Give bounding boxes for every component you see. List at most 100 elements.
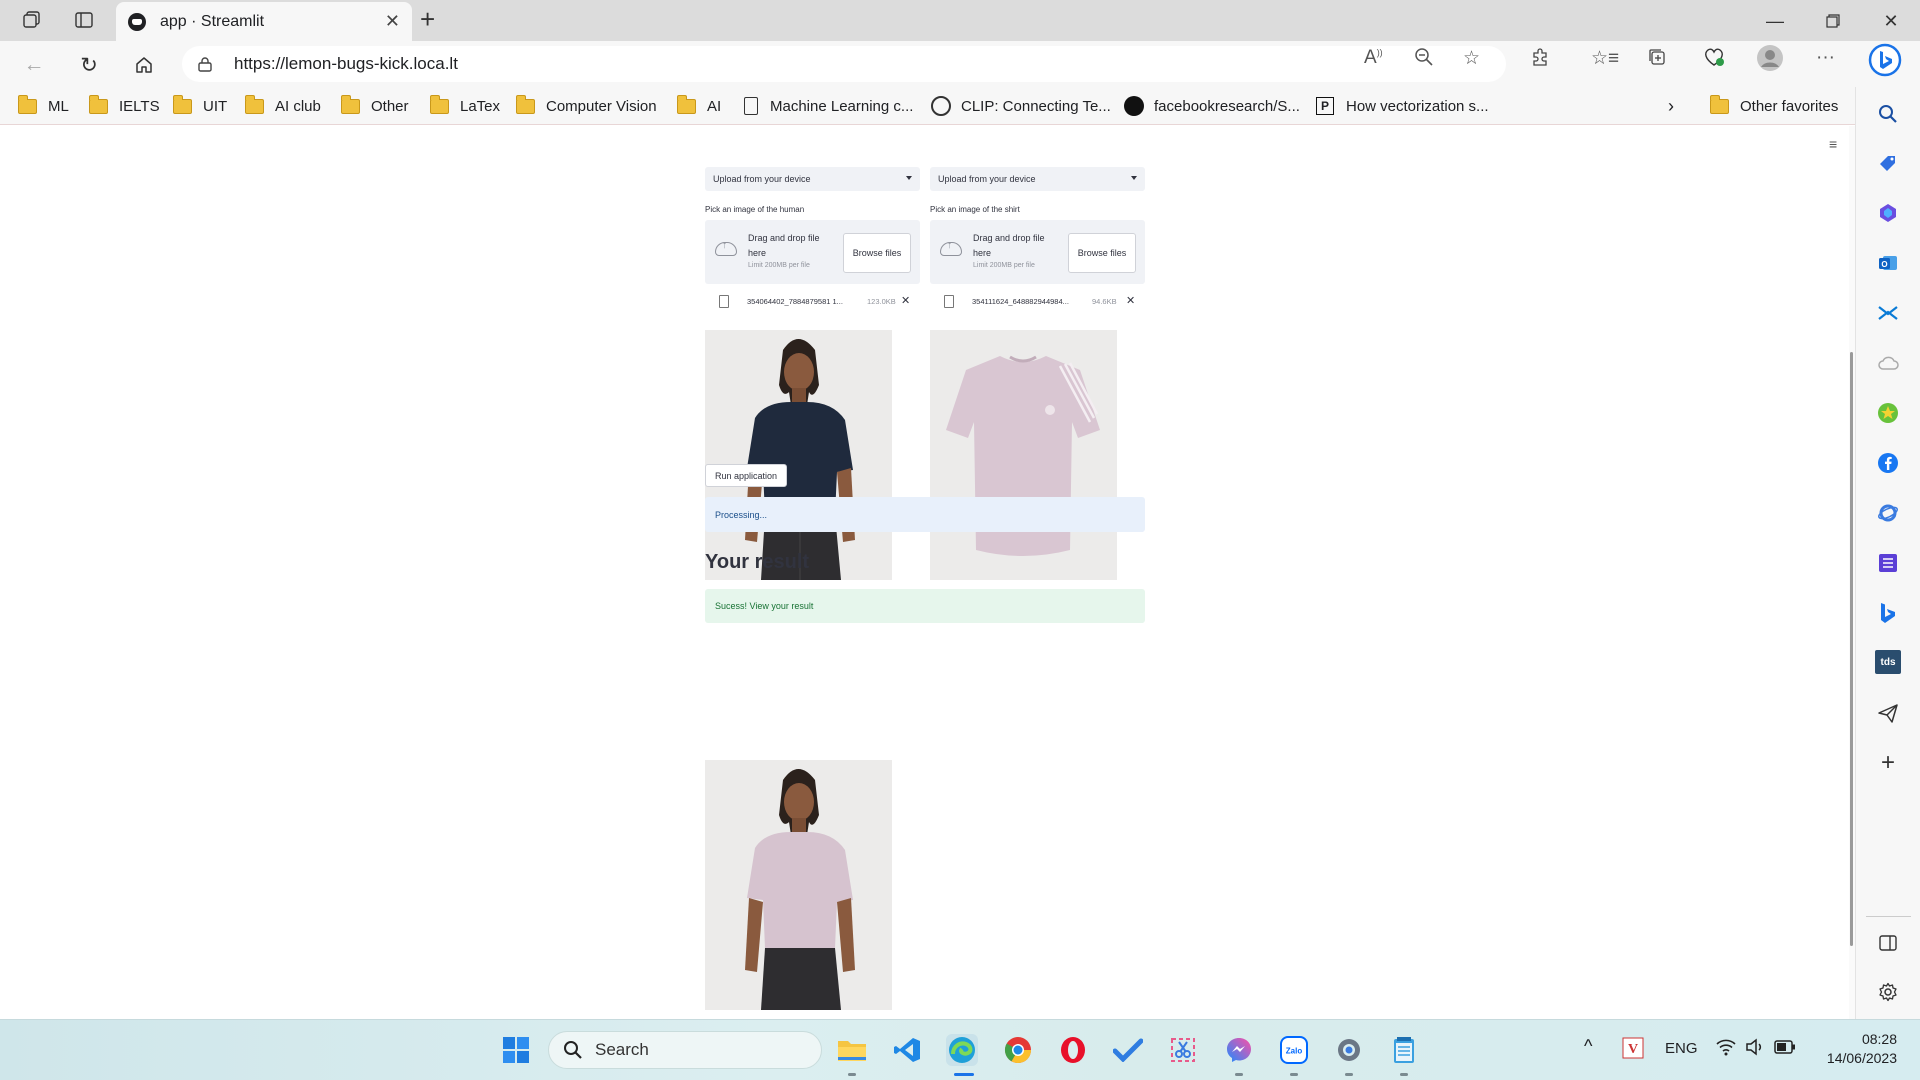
- favorite-machine-learning[interactable]: Machine Learning c...: [744, 95, 913, 117]
- wifi-icon[interactable]: [1716, 1038, 1736, 1060]
- input-language[interactable]: ENG: [1665, 1040, 1698, 1057]
- favorite-folder-ielts[interactable]: IELTS: [88, 94, 160, 117]
- favorite-facebookresearch[interactable]: facebookresearch/S...: [1124, 95, 1300, 117]
- svg-text:V: V: [1628, 1042, 1638, 1057]
- favorite-folder-ai-club[interactable]: AI club: [244, 94, 321, 117]
- refresh-icon[interactable]: ↻: [73, 49, 105, 81]
- favorite-vectorization[interactable]: P How vectorization s...: [1316, 95, 1489, 117]
- tds-icon[interactable]: tds: [1875, 650, 1901, 674]
- opera-icon[interactable]: [1057, 1034, 1089, 1066]
- shirt-dropzone[interactable]: Drag and drop file here Limit 200MB per …: [930, 220, 1145, 284]
- hide-sidebar-icon[interactable]: [1875, 930, 1901, 956]
- human-source-select[interactable]: Upload from your device: [705, 167, 920, 191]
- remove-file-icon[interactable]: ✕: [901, 294, 910, 307]
- favorite-folder-other-favorites[interactable]: Other favorites: [1709, 94, 1838, 117]
- send-icon[interactable]: [1875, 700, 1901, 726]
- snipping-tool-icon[interactable]: [1167, 1034, 1199, 1066]
- page-scrollbar-thumb[interactable]: [1850, 352, 1853, 946]
- tools-icon[interactable]: [1875, 200, 1901, 226]
- address-bar[interactable]: https://lemon-bugs-kick.loca.lt: [182, 46, 1506, 82]
- vscode-icon[interactable]: [891, 1034, 923, 1066]
- active-tab[interactable]: app · Streamlit ✕: [116, 2, 412, 41]
- browser-essentials-icon[interactable]: [1703, 47, 1725, 73]
- favorite-folder-other[interactable]: Other: [340, 94, 409, 117]
- favorite-folder-computer-vision[interactable]: Computer Vision: [515, 94, 657, 117]
- tab-actions-icon[interactable]: [68, 6, 100, 34]
- shirt-uploader-label: Pick an image of the shirt: [930, 205, 1020, 214]
- tab-title: app · Streamlit: [160, 12, 265, 30]
- success-alert: Sucess! View your result: [705, 589, 1145, 623]
- zoom-out-icon[interactable]: [1414, 47, 1434, 73]
- chrome-icon[interactable]: [1002, 1034, 1034, 1066]
- bing-chat-icon[interactable]: [1868, 43, 1902, 83]
- minimize-button[interactable]: —: [1752, 4, 1798, 38]
- back-icon[interactable]: ←: [18, 49, 50, 81]
- run-application-button[interactable]: Run application: [705, 464, 787, 487]
- facebook-icon[interactable]: [1875, 450, 1901, 476]
- file-icon: [719, 295, 729, 308]
- svg-text:Zalo: Zalo: [1286, 1047, 1303, 1056]
- favorite-clip[interactable]: CLIP: Connecting Te...: [931, 95, 1111, 117]
- add-sidebar-app-icon[interactable]: +: [1875, 749, 1901, 776]
- favorite-folder-latex[interactable]: LaTex: [429, 94, 500, 117]
- volume-icon[interactable]: [1745, 1038, 1765, 1060]
- shirt-source-select[interactable]: Upload from your device: [930, 167, 1145, 191]
- system-clock[interactable]: 08:28 14/06/2023: [1810, 1030, 1897, 1068]
- windows-start-icon[interactable]: [500, 1034, 532, 1066]
- uploaded-file-row: 354064402_7884879581 1... 123.0KB ✕: [705, 292, 920, 312]
- streamlit-favicon-icon: [128, 12, 146, 31]
- more-options-icon[interactable]: ···: [1816, 47, 1835, 69]
- read-aloud-icon[interactable]: A)): [1364, 47, 1383, 69]
- new-tab-button[interactable]: +: [420, 4, 435, 35]
- notepad-icon[interactable]: [1388, 1034, 1420, 1066]
- url-text[interactable]: https://lemon-bugs-kick.loca.lt: [234, 54, 458, 74]
- close-tab-icon[interactable]: ✕: [385, 11, 400, 32]
- title-bar: app · Streamlit ✕ + — ✕: [0, 0, 1920, 41]
- folder-icon: [676, 94, 696, 114]
- profile-avatar-icon[interactable]: [1756, 44, 1784, 78]
- unikey-icon[interactable]: V: [1622, 1037, 1644, 1063]
- streamlit-menu-icon[interactable]: ≡: [1829, 136, 1837, 152]
- zalo-icon[interactable]: Zalo: [1278, 1034, 1310, 1066]
- browse-files-button[interactable]: Browse files: [843, 233, 911, 273]
- search-icon[interactable]: [1875, 101, 1901, 127]
- extensions-icon[interactable]: [1530, 47, 1550, 73]
- favorite-folder-ml[interactable]: ML: [17, 94, 69, 117]
- workspaces-icon[interactable]: [16, 6, 48, 34]
- bing-icon[interactable]: [1875, 600, 1901, 626]
- settings-app-icon[interactable]: [1333, 1034, 1365, 1066]
- todo-icon[interactable]: [1112, 1034, 1144, 1066]
- shopping-tag-icon[interactable]: [1875, 150, 1901, 176]
- drop-icon[interactable]: [1875, 300, 1901, 326]
- cloud-upload-icon: [940, 240, 962, 256]
- favorites-list-icon[interactable]: ☆≡: [1591, 47, 1619, 70]
- show-hidden-icons-chevron-icon[interactable]: ^: [1584, 1036, 1592, 1057]
- edge-browser-icon[interactable]: [946, 1034, 978, 1066]
- navigation-toolbar: ← ↻ https://lemon-bugs-kick.loca.lt A)) …: [0, 41, 1920, 87]
- reading-list-icon[interactable]: [1875, 550, 1901, 576]
- battery-icon[interactable]: [1774, 1040, 1796, 1058]
- games-icon[interactable]: [1875, 400, 1901, 426]
- chevron-right-icon[interactable]: ›: [1668, 95, 1674, 117]
- browse-files-button[interactable]: Browse files: [1068, 233, 1136, 273]
- favorite-folder-uit[interactable]: UIT: [172, 94, 227, 117]
- file-explorer-icon[interactable]: [836, 1034, 868, 1066]
- dropzone-limit: Limit 200MB per file: [973, 262, 1035, 269]
- outlook-icon[interactable]: O: [1875, 250, 1901, 276]
- taskbar-search-box[interactable]: Search: [548, 1031, 822, 1069]
- messenger-icon[interactable]: [1223, 1034, 1255, 1066]
- collections-icon[interactable]: [1647, 47, 1667, 73]
- human-dropzone[interactable]: Drag and drop file here Limit 200MB per …: [705, 220, 920, 284]
- favorite-label: CLIP: Connecting Te...: [961, 97, 1111, 115]
- internet-explorer-icon[interactable]: [1875, 500, 1901, 526]
- favorite-folder-ai[interactable]: AI: [676, 94, 721, 117]
- restore-button[interactable]: [1810, 4, 1856, 38]
- settings-gear-icon[interactable]: [1875, 979, 1901, 1005]
- home-icon[interactable]: [128, 49, 160, 81]
- close-window-button[interactable]: ✕: [1868, 4, 1914, 38]
- remove-file-icon[interactable]: ✕: [1126, 294, 1135, 307]
- favorite-star-icon[interactable]: ☆: [1463, 47, 1480, 70]
- cloud-icon[interactable]: [1875, 350, 1901, 376]
- lock-icon[interactable]: [198, 56, 212, 72]
- processing-info-box: Processing...: [705, 497, 1145, 532]
